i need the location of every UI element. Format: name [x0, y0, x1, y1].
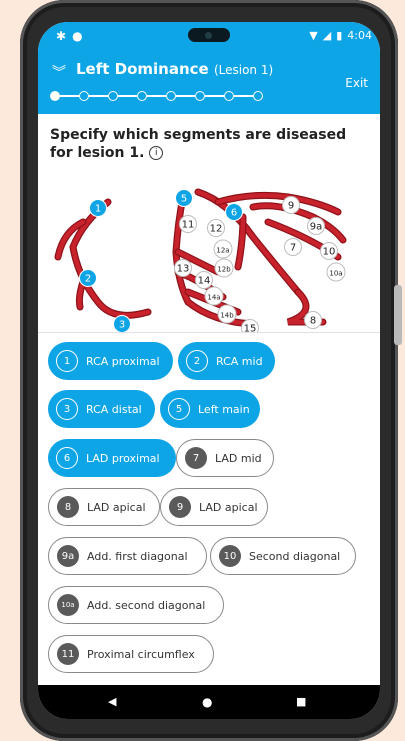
camera-notch [188, 28, 230, 42]
home-icon[interactable]: ● [202, 695, 212, 709]
segment-chip[interactable]: 9 LAD apical [160, 488, 268, 526]
lesion-label: (Lesion 1) [213, 63, 274, 77]
stepper-line [176, 95, 195, 97]
wifi-icon: ▼ [309, 29, 318, 42]
segment-chip-label: LAD proximal [86, 451, 160, 465]
segment-chip-label: RCA proximal [86, 354, 160, 368]
segment-marker-label: 11 [182, 220, 195, 231]
segment-marker-label: 3 [119, 320, 125, 331]
stepper-dot [253, 91, 263, 101]
phone-frame: ✱ ● ▼ ◢ ▮ 4:04 ︾ Left Dominance (Lesion … [20, 0, 402, 741]
segment-marker-label: 10 [323, 247, 336, 258]
notification-dot-icon: ● [72, 29, 83, 43]
segment-number-badge: 11 [57, 643, 79, 665]
coronary-diagram: 1235611 1212a12b131414a14b1599a7 1010a8 [54, 188, 347, 333]
phone-side-button [394, 285, 402, 345]
segment-chip-label: LAD apical [87, 500, 146, 514]
segment-marker-label: 12a [216, 247, 229, 255]
segment-chip[interactable]: 9a Add. first diagonal [48, 537, 207, 575]
battery-icon: ▮ [336, 29, 343, 42]
segment-chip[interactable]: 7 LAD mid [176, 439, 274, 477]
segment-chip[interactable]: 5 Left main [160, 390, 260, 428]
stepper-dot [50, 91, 60, 101]
segment-marker-label: 5 [181, 194, 187, 205]
title-text: Left Dominance [76, 60, 209, 78]
segment-chip[interactable]: 10 Second diagonal [210, 537, 356, 575]
segment-chip[interactable]: 3 RCA distal [48, 390, 155, 428]
segment-chip[interactable]: 1 RCA proximal [48, 342, 173, 380]
segment-chip-label: Second diagonal [249, 549, 341, 563]
segment-chip-label: Left main [198, 402, 250, 416]
segment-marker-label: 14b [220, 312, 234, 320]
stepper-line [118, 95, 137, 97]
segment-chip[interactable]: 10a Add. second diagonal [48, 586, 224, 624]
segment-marker-label: 6 [231, 208, 237, 219]
segment-chip-label: Proximal circumflex [87, 647, 195, 661]
segment-number-badge: 6 [56, 447, 78, 469]
segment-number-badge: 10a [57, 594, 79, 616]
segment-chip-label: LAD apical [199, 500, 258, 514]
segment-chip-label: Add. second diagonal [87, 598, 206, 612]
question-label: Specify which segments are diseased for … [50, 127, 347, 161]
settings-icon: ✱ [56, 29, 67, 43]
stepper-dot [166, 91, 176, 101]
segment-marker-label: 9a [310, 222, 323, 233]
segment-chip[interactable]: 11 Proximal circumflex [48, 635, 214, 673]
segment-marker-label: 12b [217, 266, 231, 274]
segment-marker-label: 2 [85, 274, 91, 285]
stepper-line [89, 95, 108, 97]
segment-chip-label: RCA mid [216, 354, 263, 368]
back-icon[interactable]: ◀ [108, 695, 116, 708]
stepper-dot [108, 91, 118, 101]
segment-number-badge: 3 [56, 398, 78, 420]
stepper-line [205, 95, 224, 97]
collapse-chevron-icon[interactable]: ︾ [52, 62, 66, 82]
phone-screen: ✱ ● ▼ ◢ ▮ 4:04 ︾ Left Dominance (Lesion … [38, 22, 380, 719]
segment-number-badge: 9a [57, 545, 79, 567]
question-text: Specify which segments are diseased for … [50, 126, 372, 162]
segment-number-badge: 5 [168, 398, 190, 420]
segment-chip-label: RCA distal [86, 402, 142, 416]
app-header: ︾ Left Dominance (Lesion 1) Exit [38, 50, 380, 114]
segment-marker-label: 14 [198, 276, 211, 287]
stepper-dot [137, 91, 147, 101]
stepper-line [234, 95, 253, 97]
segment-marker-label: 14a [207, 294, 220, 302]
page-title: Left Dominance (Lesion 1) [76, 60, 273, 78]
stepper-dot [224, 91, 234, 101]
segment-marker-label: 15 [244, 324, 257, 333]
stepper-line [60, 95, 79, 97]
status-bar: ✱ ● ▼ ◢ ▮ 4:04 [38, 22, 380, 50]
status-time: 4:04 [347, 29, 372, 42]
segment-marker-label: 9 [288, 201, 294, 212]
segment-number-badge: 2 [186, 350, 208, 372]
segment-number-badge: 1 [56, 350, 78, 372]
segment-marker-label: 10a [329, 270, 342, 278]
segment-marker-label: 13 [177, 264, 190, 275]
segment-marker-label: 1 [95, 204, 101, 215]
segment-chip-label: Add. first diagonal [87, 549, 188, 563]
segment-marker-label: 12 [210, 224, 223, 235]
segment-chip[interactable]: 6 LAD proximal [48, 439, 176, 477]
android-nav-bar: ◀ ● ■ [38, 685, 380, 719]
segment-chip[interactable]: 2 RCA mid [178, 342, 275, 380]
recents-icon[interactable]: ■ [296, 695, 306, 708]
segment-number-badge: 8 [57, 496, 79, 518]
divider [38, 332, 380, 333]
segment-marker-label: 7 [290, 243, 296, 254]
stepper-dot [195, 91, 205, 101]
info-icon[interactable]: i [149, 146, 164, 160]
segment-number-badge: 10 [219, 545, 241, 567]
segment-chip[interactable]: 8 LAD apical [48, 488, 160, 526]
segment-number-badge: 9 [169, 496, 191, 518]
stepper-line [147, 95, 166, 97]
segment-marker-label: 8 [310, 316, 316, 327]
progress-stepper [50, 91, 263, 101]
segment-number-badge: 7 [185, 447, 207, 469]
stepper-dot [79, 91, 89, 101]
segment-chip-label: LAD mid [215, 451, 262, 465]
signal-icon: ◢ [322, 29, 332, 42]
exit-button[interactable]: Exit [345, 76, 368, 90]
